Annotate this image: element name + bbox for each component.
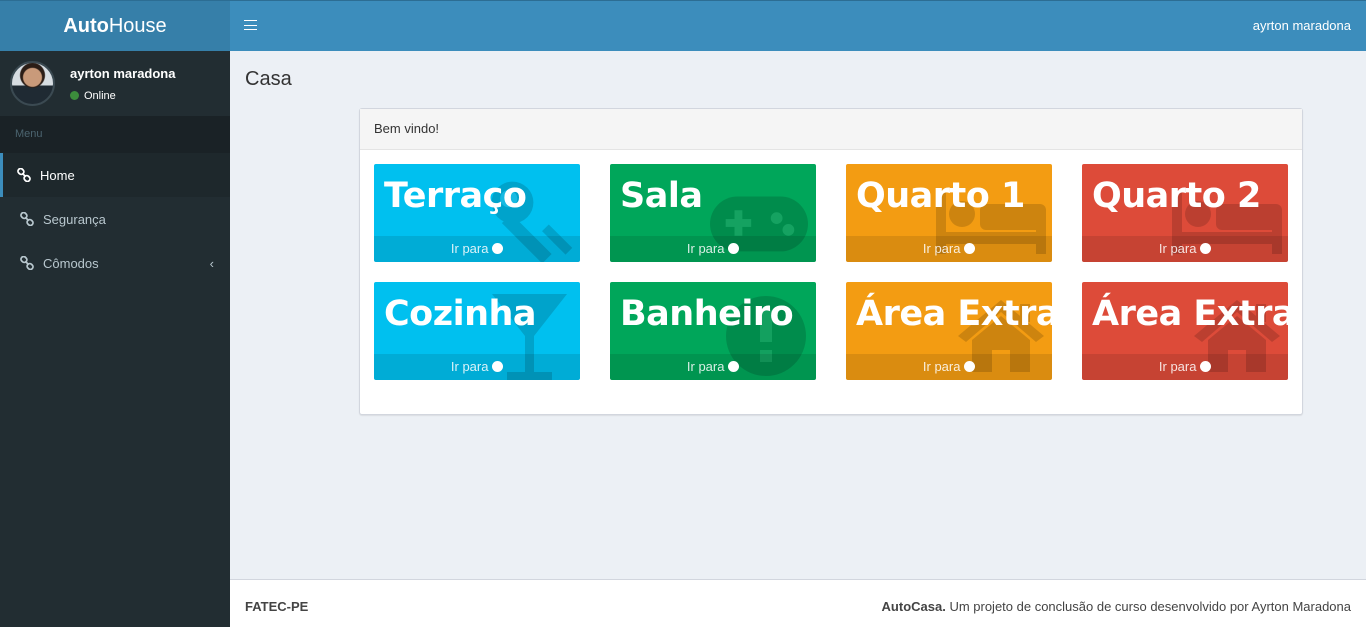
link-icon — [20, 256, 34, 270]
page-title: Casa — [245, 68, 292, 90]
tile-banheiro[interactable]: Banheiro Ir para — [610, 282, 816, 380]
tile-link-label: Ir para — [686, 359, 725, 374]
user-panel: ayrton maradona Online — [0, 51, 230, 116]
sidebar-item-home[interactable]: Home — [0, 153, 230, 197]
tile-title: Terraço — [384, 176, 527, 216]
tile-link-label: Ir para — [686, 241, 725, 256]
tile-link[interactable]: Ir para — [1082, 236, 1288, 262]
arrow-circle-right-icon — [964, 243, 976, 254]
tile-link[interactable]: Ir para — [610, 236, 816, 262]
tile-link-label: Ir para — [1158, 359, 1197, 374]
brand-bold: Auto — [63, 14, 109, 37]
tile-title: Área Extra 1 — [856, 294, 1052, 334]
sidebar-item-label: Cômodos — [43, 255, 99, 271]
tile-link-label: Ir para — [450, 241, 489, 256]
tile-quarto-2[interactable]: Quarto 2 Ir para — [1082, 164, 1288, 262]
tile-area-extra-1[interactable]: Área Extra 1 Ir para — [846, 282, 1052, 380]
tile-title: Sala — [620, 176, 703, 216]
tile-area-extra-2[interactable]: Área Extra 2 Ir para — [1082, 282, 1288, 380]
footer-credit: Um projeto de conclusão de curso desenvo… — [945, 599, 1351, 614]
footer-left: FATEC-PE — [245, 599, 309, 614]
tile-link[interactable]: Ir para — [1082, 354, 1288, 380]
welcome-box: Bem vindo! Terraço Ir para Sala Ir para … — [359, 108, 1303, 415]
arrow-circle-right-icon — [492, 361, 504, 372]
tile-title: Área Extra 2 — [1092, 294, 1288, 334]
sidebar-item-label: Home — [40, 167, 75, 183]
brand-logo[interactable]: Auto House — [0, 0, 230, 51]
tile-link[interactable]: Ir para — [374, 236, 580, 262]
tile-quarto-1[interactable]: Quarto 1 Ir para — [846, 164, 1052, 262]
tile-link[interactable]: Ir para — [846, 236, 1052, 262]
tile-link-label: Ir para — [450, 359, 489, 374]
footer-brand: AutoCasa. — [881, 599, 946, 614]
arrow-circle-right-icon — [492, 243, 504, 254]
tile-link-label: Ir para — [1158, 241, 1197, 256]
arrow-circle-right-icon — [1200, 243, 1212, 254]
sidebar: Auto House ayrton maradona Online Menu Ho… — [0, 0, 230, 627]
tile-title: Quarto 2 — [1092, 176, 1261, 216]
tile-title: Banheiro — [620, 294, 794, 334]
arrow-circle-right-icon — [1200, 361, 1212, 372]
brand-light: House — [108, 14, 167, 37]
footer-right: AutoCasa. Um projeto de conclusão de cur… — [882, 599, 1351, 614]
sidebar-item-label: Segurança — [43, 211, 106, 227]
arrow-circle-right-icon — [728, 361, 740, 372]
menu-toggle-icon[interactable] — [244, 18, 257, 32]
top-user-menu[interactable]: ayrton maradona — [1253, 18, 1351, 33]
tile-title: Cozinha — [384, 294, 537, 334]
user-info: ayrton maradona Online — [70, 66, 175, 102]
sidebar-item-comodos[interactable]: Cômodos ‹ — [0, 241, 230, 285]
link-icon — [17, 168, 31, 182]
tile-sala[interactable]: Sala Ir para — [610, 164, 816, 262]
user-status: Online — [70, 90, 175, 102]
tile-terraco[interactable]: Terraço Ir para — [374, 164, 580, 262]
tile-link[interactable]: Ir para — [846, 354, 1052, 380]
online-dot-icon — [70, 91, 79, 100]
page-footer: FATEC-PE AutoCasa. Um projeto de conclus… — [230, 579, 1366, 627]
user-status-label: Online — [84, 89, 116, 102]
user-name: ayrton maradona — [70, 65, 176, 81]
link-icon — [20, 212, 34, 226]
avatar — [10, 61, 55, 106]
menu-header: Menu — [0, 116, 230, 153]
tile-link[interactable]: Ir para — [610, 354, 816, 380]
top-navbar: ayrton maradona — [230, 0, 1366, 51]
arrow-circle-right-icon — [728, 243, 740, 254]
tile-cozinha[interactable]: Cozinha Ir para — [374, 282, 580, 380]
sidebar-item-seguranca[interactable]: Segurança — [0, 197, 230, 241]
arrow-circle-right-icon — [964, 361, 976, 372]
box-header: Bem vindo! — [360, 109, 1302, 150]
tile-link-label: Ir para — [922, 359, 961, 374]
tile-link-label: Ir para — [922, 241, 961, 256]
tile-link[interactable]: Ir para — [374, 354, 580, 380]
chevron-left-icon: ‹ — [209, 255, 214, 271]
tile-title: Quarto 1 — [856, 176, 1025, 216]
